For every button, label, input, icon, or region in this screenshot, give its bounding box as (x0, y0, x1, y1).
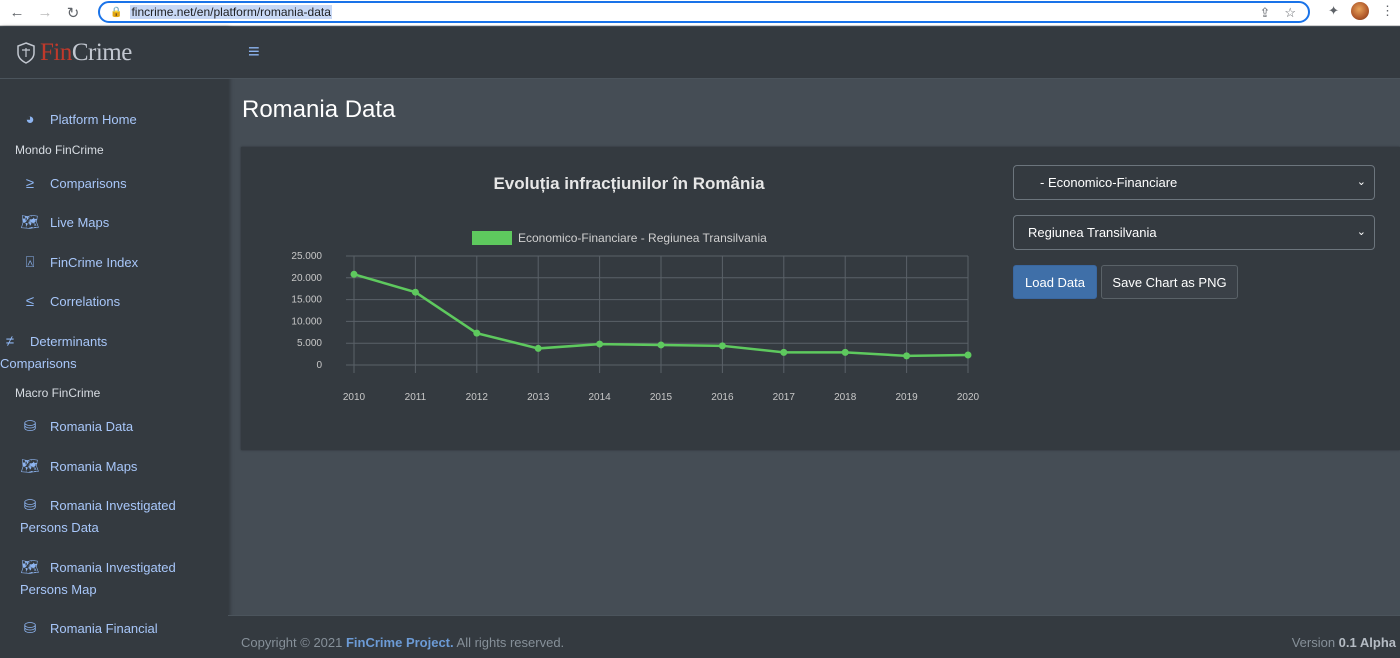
data-point (350, 270, 358, 278)
sidebar-item-live-maps[interactable]: 🗺 Live Maps (0, 212, 228, 234)
map-icon: 🗺 (20, 457, 40, 475)
y-tick-label: 5.000 (297, 338, 322, 349)
reload-icon[interactable]: ↻ (62, 2, 84, 24)
brand-logo[interactable]: FinCrime (0, 27, 228, 79)
sidebar-nav: ◕ Platform Home Mondo FinCrime ≥ Compari… (0, 79, 228, 640)
data-point (411, 288, 419, 296)
broadcast-tower-icon: ⍓ (25, 253, 35, 271)
sidebar-item-determinants-comparisons[interactable]: ≠ Determinants Comparisons (0, 331, 228, 375)
category-select[interactable]: - Economico-Financiare ⌄ (1013, 165, 1375, 200)
shield-logo-icon (17, 41, 35, 64)
data-point (964, 351, 972, 359)
hamburger-menu-icon[interactable]: ≡ (248, 41, 260, 64)
page-title: Romania Data (242, 96, 396, 123)
sidebar-item-comparisons[interactable]: ≥ Comparisons (0, 173, 228, 195)
data-point (534, 344, 542, 352)
data-point (841, 348, 849, 356)
sidebar-item-correlations[interactable]: ≤ Correlations (0, 291, 228, 313)
database-icon: ⛁ (23, 418, 37, 435)
data-point (903, 352, 911, 360)
chevron-down-icon: ⌄ (1356, 226, 1366, 238)
tachometer-icon: ◕ (25, 111, 35, 128)
sidebar-item-platform-home[interactable]: ◕ Platform Home (0, 109, 228, 131)
y-tick-label: 25.000 (291, 251, 322, 262)
x-tick-label: 2011 (405, 392, 427, 403)
chart-card: Evoluția infracțiunilor în România Econom… (241, 147, 1400, 450)
sidebar-item-romania-investigated-persons-data[interactable]: ⛁ Romania Investigated Persons Data (0, 495, 228, 539)
sidebar-item-romania-investigated-persons-map[interactable]: 🗺 Romania Investigated Persons Map (0, 557, 228, 601)
lock-icon: 🔒 (110, 6, 123, 18)
region-select[interactable]: Regiunea Transilvania ⌄ (1013, 215, 1375, 250)
x-tick-label: 2019 (895, 392, 918, 403)
database-icon: ⛁ (23, 497, 37, 514)
extensions-icon[interactable]: ✦ (1328, 3, 1339, 19)
footer-version: Version 0.1 Alpha (1291, 635, 1396, 650)
y-tick-label: 15.000 (291, 295, 322, 306)
data-point (473, 329, 481, 337)
back-icon[interactable]: ← (6, 2, 28, 24)
footer-project-link[interactable]: FinCrime Project. (346, 635, 454, 650)
x-tick-label: 2018 (834, 392, 857, 403)
sidebar-header-mondo: Mondo FinCrime (15, 142, 104, 157)
brand-name: FinCrime (40, 38, 132, 66)
address-bar[interactable]: 🔒 fincrime.net/en/platform/romania-data … (98, 1, 1310, 23)
share-icon[interactable]: ⇪ (1259, 5, 1270, 21)
x-tick-label: 2012 (466, 392, 489, 403)
database-icon: ⛁ (23, 620, 37, 637)
footer-copyright: Copyright © 2021 FinCrime Project. All r… (241, 635, 565, 650)
sidebar-item-fincrime-index[interactable]: ⍓ FinCrime Index (0, 252, 228, 274)
sidebar: FinCrime ◕ Platform Home Mondo FinCrime … (0, 27, 228, 658)
sidebar-item-romania-maps[interactable]: 🗺 Romania Maps (0, 456, 228, 478)
x-tick-label: 2015 (650, 392, 673, 403)
data-point (596, 340, 604, 348)
save-chart-png-button[interactable]: Save Chart as PNG (1101, 265, 1238, 299)
y-tick-label: 0 (316, 360, 322, 371)
legend-swatch (472, 231, 512, 245)
data-point (718, 342, 726, 350)
y-tick-label: 20.000 (291, 273, 322, 284)
sidebar-header-macro: Macro FinCrime (15, 386, 101, 400)
url-text: fincrime.net/en/platform/romania-data (130, 5, 332, 19)
y-tick-label: 10.000 (291, 316, 322, 327)
avatar[interactable] (1351, 2, 1369, 20)
legend-label: Economico-Financiare - Regiunea Transilv… (518, 231, 767, 245)
sidebar-item-romania-financial[interactable]: ⛁ Romania Financial (0, 618, 228, 640)
less-equal-icon: ≤ (25, 293, 35, 310)
top-navbar: ≡ (228, 27, 1400, 79)
menu-dots-icon[interactable]: ⋮ (1381, 3, 1394, 19)
star-icon[interactable]: ☆ (1284, 5, 1296, 21)
chevron-down-icon: ⌄ (1356, 176, 1366, 188)
forward-icon[interactable]: → (34, 2, 56, 24)
x-tick-label: 2020 (957, 392, 980, 403)
not-equal-icon: ≠ (5, 332, 15, 350)
x-tick-label: 2016 (711, 392, 734, 403)
x-tick-label: 2017 (773, 392, 796, 403)
map-icon: 🗺 (20, 558, 40, 576)
browser-toolbar: ← → ↻ 🔒 fincrime.net/en/platform/romania… (0, 0, 1400, 26)
data-point (657, 341, 665, 349)
data-point (780, 348, 788, 356)
line-chart: Evoluția infracțiunilor în România Econom… (291, 174, 980, 403)
sidebar-item-romania-data[interactable]: ⛁ Romania Data (0, 416, 228, 438)
x-tick-label: 2010 (343, 392, 366, 403)
chart-title: Evoluția infracțiunilor în România (493, 174, 765, 193)
load-data-button[interactable]: Load Data (1013, 265, 1097, 299)
x-tick-label: 2013 (527, 392, 550, 403)
greater-equal-icon: ≥ (25, 174, 35, 192)
x-tick-label: 2014 (588, 392, 611, 403)
footer: Copyright © 2021 FinCrime Project. All r… (228, 615, 1400, 658)
map-icon: 🗺 (20, 214, 40, 231)
